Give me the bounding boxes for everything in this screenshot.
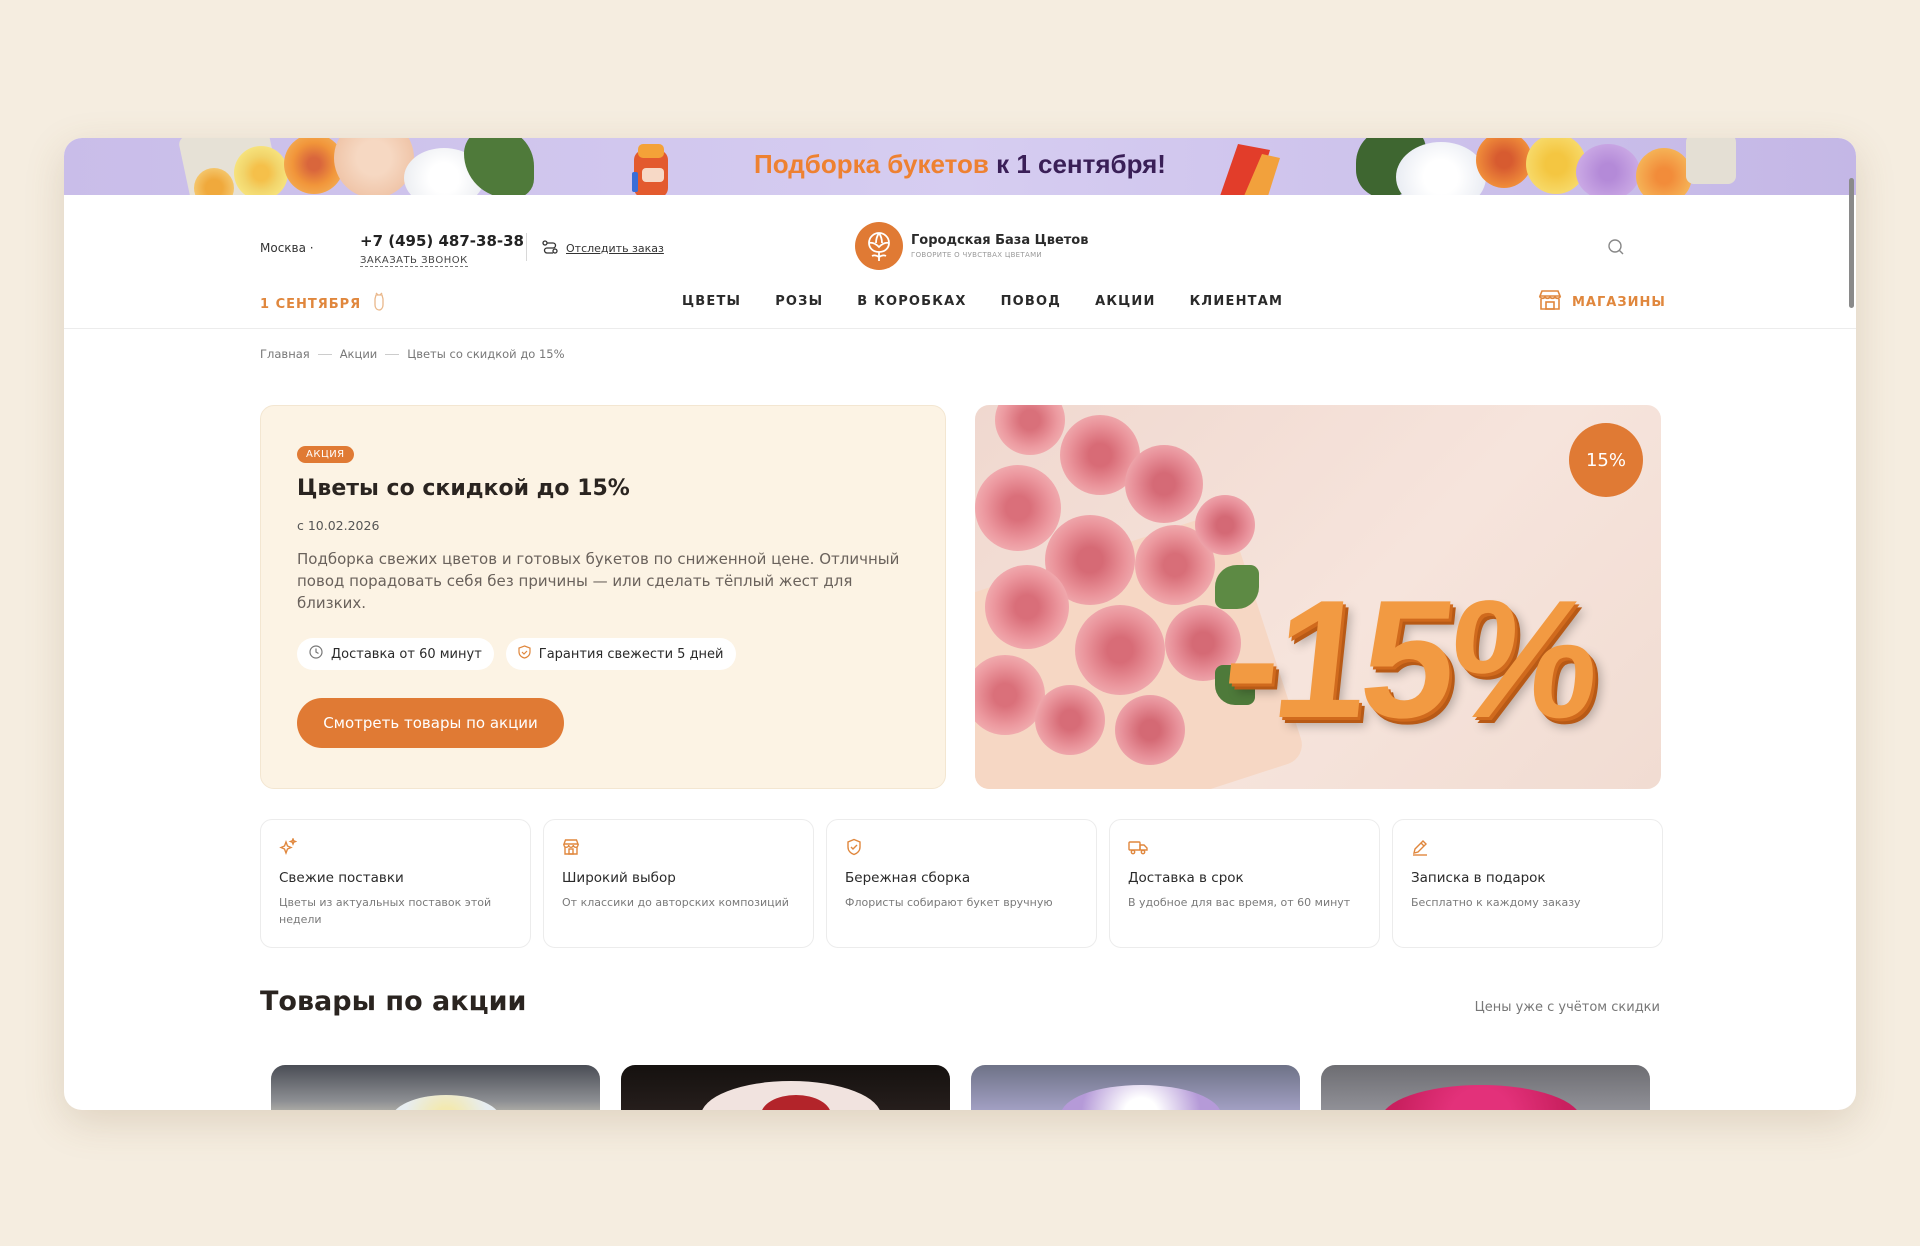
feature-desc: От классики до авторских композиций: [562, 896, 789, 909]
feature-desc: Цветы из актуальных поставок этой недели: [279, 896, 492, 926]
shield-icon: [518, 645, 531, 663]
page-title: Цветы со скидкой до 15%: [297, 476, 630, 501]
feature-desc: Флористы собирают букет вручную: [845, 896, 1053, 909]
feature-title: Записка в подарок: [1411, 870, 1546, 886]
feature-title: Широкий выбор: [562, 870, 676, 886]
search-icon[interactable]: [1607, 238, 1625, 260]
store-icon: [1538, 289, 1562, 315]
promo-date: с 10.02.2026: [297, 518, 380, 533]
store-icon: [562, 838, 580, 860]
nav-september-link[interactable]: 1 СЕНТЯБРЯ: [260, 292, 387, 316]
nav-item-boxes[interactable]: В КОРОБКАХ: [857, 294, 966, 309]
promo-banner[interactable]: Подборка букетов к 1 сентября!: [64, 138, 1856, 195]
flower-logo-icon: [855, 222, 903, 270]
products-section-title: Товары по акции: [260, 986, 527, 1017]
logo-subtitle: ГОВОРИТЕ О ЧУВСТВАХ ЦВЕТАМИ: [911, 251, 1042, 259]
feature-card: Широкий выбор От классики до авторских к…: [543, 819, 814, 948]
promo-rest: к 1 сентября!: [996, 149, 1166, 179]
breadcrumb: Главная Акции Цветы со скидкой до 15%: [260, 347, 565, 361]
products-section-note: Цены уже с учётом скидки: [1474, 1000, 1660, 1015]
header-divider-line: [64, 328, 1856, 329]
track-order-label: Отследить заказ: [566, 242, 664, 255]
call-request-link[interactable]: ЗАКАЗАТЬ ЗВОНОК: [360, 255, 468, 267]
sparkles-icon: [279, 837, 298, 860]
nav-item-roses[interactable]: РОЗЫ: [775, 294, 823, 309]
product-card[interactable]: [1321, 1065, 1650, 1110]
feature-title: Доставка в срок: [1128, 870, 1244, 886]
nav-item-promos[interactable]: АКЦИИ: [1095, 294, 1156, 309]
nav-item-flowers[interactable]: ЦВЕТЫ: [682, 294, 741, 309]
freshness-chip-label: Гарантия свежести 5 дней: [538, 646, 724, 662]
breadcrumb-home[interactable]: Главная: [260, 347, 310, 361]
discount-badge: 15%: [1569, 423, 1643, 497]
feature-title: Бережная сборка: [845, 870, 971, 886]
feature-card: Свежие поставки Цветы из актуальных пост…: [260, 819, 531, 948]
feature-title: Свежие поставки: [279, 870, 404, 886]
promo-hero-card: АКЦИЯ Цветы со скидкой до 15% с 10.02.20…: [260, 405, 946, 789]
truck-icon: [1128, 838, 1148, 860]
header-divider: [526, 233, 527, 261]
site-logo[interactable]: Городская База Цветов ГОВОРИТЕ О ЧУВСТВА…: [855, 222, 1088, 270]
nav-september-label: 1 СЕНТЯБРЯ: [260, 296, 362, 312]
shield-check-icon: [845, 838, 863, 860]
notebook-decor: [1204, 140, 1284, 195]
delivery-chip-label: Доставка от 60 минут: [331, 646, 482, 662]
feature-card: Записка в подарок Бесплатно к каждому за…: [1392, 819, 1663, 948]
delivery-chip: Доставка от 60 минут: [297, 638, 494, 670]
discount-graphic-text: -15%: [1215, 565, 1604, 753]
clock-icon: [309, 645, 323, 663]
nav-shops-label: МАГАЗИНЫ: [1572, 294, 1666, 310]
pen-icon: [1411, 838, 1429, 860]
nav-item-occasion[interactable]: ПОВОД: [1001, 294, 1061, 309]
breadcrumb-separator: [317, 353, 332, 355]
product-card[interactable]: [621, 1065, 950, 1110]
breadcrumb-current: Цветы со скидкой до 15%: [407, 347, 565, 361]
track-order-link[interactable]: Отследить заказ: [542, 240, 664, 257]
route-icon: [542, 240, 558, 257]
logo-title: Городская База Цветов: [911, 233, 1089, 248]
promo-highlight: Подборка букетов: [754, 149, 989, 179]
features-row: Свежие поставки Цветы из актуальных пост…: [260, 819, 1663, 948]
phone-number[interactable]: +7 (495) 487-38-38: [360, 232, 524, 250]
bell-icon: [371, 292, 387, 316]
promo-description: Подборка свежих цветов и готовых букетов…: [297, 550, 900, 612]
freshness-chip: Гарантия свежести 5 дней: [505, 638, 736, 670]
city-selector[interactable]: Москва ·: [260, 241, 314, 255]
promo-badge: АКЦИЯ: [297, 446, 354, 463]
feature-card: Бережная сборка Флористы собирают букет …: [826, 819, 1097, 948]
main-nav: ЦВЕТЫ РОЗЫ В КОРОБКАХ ПОВОД АКЦИИ КЛИЕНТ…: [682, 294, 1317, 309]
view-promo-products-button[interactable]: Смотреть товары по акции: [297, 698, 564, 748]
feature-card: Доставка в срок В удобное для вас время,…: [1109, 819, 1380, 948]
promo-hero-image: -15% 15%: [975, 405, 1661, 789]
breadcrumb-promos[interactable]: Акции: [340, 347, 378, 361]
promo-chips: Доставка от 60 минут Гарантия свежести 5…: [297, 638, 736, 670]
product-card[interactable]: [271, 1065, 600, 1110]
promo-flowers-right: [1356, 138, 1736, 195]
feature-desc: В удобное для вас время, от 60 минут: [1128, 896, 1351, 909]
nav-item-clients[interactable]: КЛИЕНТАМ: [1190, 294, 1284, 309]
feature-desc: Бесплатно к каждому заказу: [1411, 896, 1581, 909]
scrollbar[interactable]: [1849, 178, 1854, 308]
browser-window: Подборка букетов к 1 сентября! Москва · …: [64, 138, 1856, 1110]
product-card[interactable]: [971, 1065, 1300, 1110]
nav-shops-link[interactable]: МАГАЗИНЫ: [1538, 289, 1666, 315]
breadcrumb-separator: [385, 353, 400, 355]
